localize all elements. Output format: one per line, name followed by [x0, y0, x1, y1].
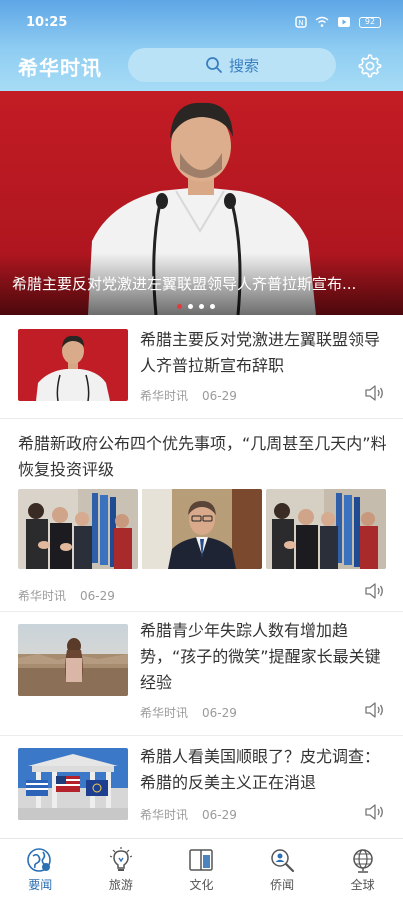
news-date: 06-29	[80, 589, 115, 603]
news-meta: 希华时讯 06-29	[18, 587, 115, 604]
news-date: 06-29	[202, 706, 237, 720]
nfc-icon: N	[295, 16, 307, 28]
news-date: 06-29	[202, 389, 237, 403]
news-thumbnail	[266, 489, 386, 569]
news-meta: 希华时讯 06-29	[140, 387, 237, 404]
lightbulb-icon	[109, 846, 133, 871]
news-source: 希华时讯	[140, 389, 189, 403]
carousel-dot[interactable]	[188, 304, 193, 309]
news-date: 06-29	[202, 808, 237, 822]
settings-button[interactable]	[356, 52, 382, 78]
carousel-dot[interactable]	[199, 304, 204, 309]
news-thumbnail	[18, 329, 128, 401]
speaker-icon[interactable]	[364, 803, 384, 821]
news-thumbnail	[142, 489, 262, 569]
news-thumbnail-image	[142, 489, 262, 569]
nav-label: 侨闻	[270, 877, 295, 892]
nav-label: 全球	[350, 877, 375, 892]
status-icons: N 92	[295, 16, 381, 28]
news-thumbnail	[18, 748, 128, 820]
news-thumbnail-image	[18, 748, 128, 820]
app-header: 希华时讯 搜索	[0, 44, 403, 91]
news-source: 希华时讯	[18, 589, 67, 603]
wifi-icon	[315, 16, 329, 27]
search-icon	[206, 57, 222, 73]
nav-item-overseas[interactable]: 侨闻	[252, 847, 312, 893]
top-header: 10:25 N 92 希华时讯 搜索	[0, 0, 403, 91]
search-bar[interactable]: 搜索	[128, 48, 336, 82]
search-placeholder: 搜索	[228, 56, 259, 75]
news-thumbnail	[18, 489, 138, 569]
nav-label: 旅游	[108, 877, 133, 892]
search-person-icon	[271, 848, 295, 872]
speaker-icon[interactable]	[364, 582, 384, 600]
media-icon	[338, 17, 350, 27]
hero-caption: 希腊主要反对党激进左翼联盟领导人齐普拉斯宣布...	[12, 275, 357, 293]
nav-item-global[interactable]: 全球	[333, 847, 393, 893]
status-time: 10:25	[26, 14, 68, 30]
bottom-navigation: 要闻 旅游 文化 侨闻 全球	[0, 838, 403, 900]
nav-label: 要闻	[28, 877, 53, 892]
status-bar: 10:25 N 92	[0, 0, 403, 44]
news-meta: 希华时讯 06-29	[140, 806, 237, 823]
globe-icon	[352, 848, 373, 873]
news-thumbnail	[18, 624, 128, 696]
speaker-icon[interactable]	[364, 701, 384, 719]
speaker-icon[interactable]	[364, 384, 384, 402]
book-icon	[189, 848, 214, 871]
svg-text:N: N	[298, 19, 303, 27]
news-item[interactable]: 希腊主要反对党激进左翼联盟领导人齐普拉斯宣布辞职 希华时讯 06-29	[0, 315, 403, 419]
news-item[interactable]: 希腊青少年失踪人数有增加趋势，“孩子的微笑”提醒家长最关键经验 希华时讯 06-2…	[0, 612, 403, 736]
app-logo: 希华时讯	[18, 56, 102, 80]
gear-icon	[358, 54, 382, 78]
news-thumbnail-image	[18, 489, 138, 569]
news-source: 希华时讯	[140, 706, 189, 720]
news-thumbnail-image	[266, 489, 386, 569]
carousel-dot[interactable]	[210, 304, 215, 309]
nav-label: 文化	[189, 877, 214, 892]
news-item[interactable]: 希腊新政府公布四个优先事项，“几周甚至几天内”料恢复投资评级 希华时讯 06-2…	[0, 419, 403, 612]
news-source: 希华时讯	[140, 808, 189, 822]
news-title: 希腊人看美国顺眼了？皮尤调查：希腊的反美主义正在消退	[140, 747, 381, 792]
news-item[interactable]: 希腊人看美国顺眼了？皮尤调查：希腊的反美主义正在消退 希华时讯 06-29	[0, 736, 403, 838]
battery-indicator: 92	[359, 16, 381, 28]
news-thumbnail-image	[18, 329, 128, 401]
news-title: 希腊新政府公布四个优先事项，“几周甚至几天内”料恢复投资评级	[18, 434, 387, 479]
carousel-dot[interactable]	[177, 304, 182, 309]
nav-item-news[interactable]: 要闻	[10, 847, 70, 893]
nav-item-travel[interactable]: 旅游	[91, 846, 151, 893]
news-title: 希腊主要反对党激进左翼联盟领导人齐普拉斯宣布辞职	[140, 330, 381, 375]
news-meta: 希华时讯 06-29	[140, 704, 237, 721]
hero-banner[interactable]: 希腊主要反对党激进左翼联盟领导人齐普拉斯宣布...	[0, 91, 403, 315]
news-thumbnail-image	[18, 624, 128, 696]
nav-item-culture[interactable]: 文化	[171, 847, 231, 893]
news-title: 希腊青少年失踪人数有增加趋势，“孩子的微笑”提醒家长最关键经验	[140, 621, 381, 692]
carousel-dots	[177, 304, 215, 309]
globe-news-icon	[27, 847, 52, 872]
